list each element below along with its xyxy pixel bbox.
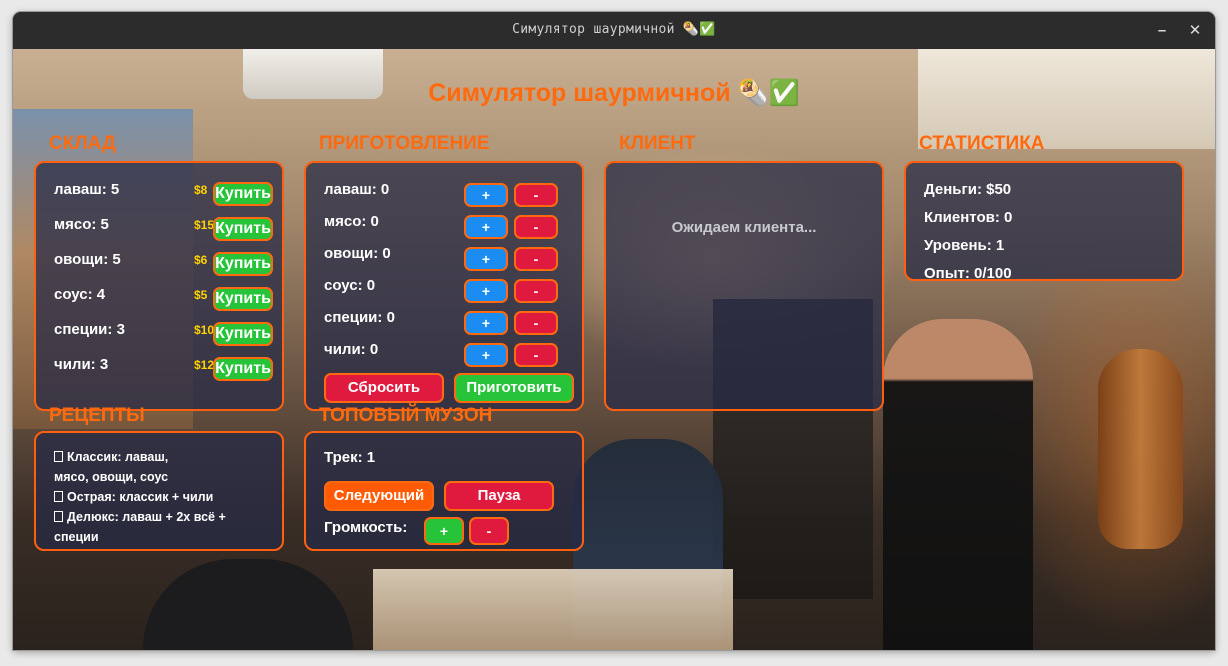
- close-button[interactable]: ✕: [1184, 20, 1206, 42]
- background-shawarma-cook: [883, 319, 1033, 650]
- add-sauce-button[interactable]: +: [464, 279, 508, 303]
- warehouse-title: СКЛАД: [49, 133, 116, 154]
- remove-spices-button[interactable]: -: [514, 311, 558, 335]
- music-track: Трек: 1: [324, 449, 376, 466]
- recipe-classic: Классик: лаваш,: [54, 447, 168, 467]
- warehouse-price-spices: $10: [194, 323, 215, 337]
- recipe-bullet-icon: [54, 491, 63, 502]
- stats-clients: Клиентов: 0: [924, 209, 1013, 226]
- stats-panel: Деньги: $50 Клиентов: 0 Уровень: 1 Опыт:…: [904, 161, 1184, 282]
- cooking-item-lavash: лаваш: 0: [324, 181, 390, 198]
- remove-lavash-button[interactable]: -: [514, 183, 558, 207]
- remove-vegetables-button[interactable]: -: [514, 247, 558, 271]
- cooking-item-meat: мясо: 0: [324, 213, 379, 230]
- client-panel: Ожидаем клиента...: [604, 161, 884, 411]
- stats-title: СТАТИСТИКА: [919, 133, 1045, 154]
- volume-up-button[interactable]: +: [424, 517, 464, 545]
- music-title: ТОПОВЫЙ МУЗОН: [319, 405, 493, 426]
- next-track-button[interactable]: Следующий: [324, 481, 434, 511]
- warehouse-price-lavash: $8: [194, 183, 208, 197]
- warehouse-item-sauce: соус: 4: [54, 286, 106, 303]
- recipes-panel: Классик: лаваш, мясо, овощи, соус Острая…: [34, 431, 284, 551]
- add-vegetables-button[interactable]: +: [464, 247, 508, 271]
- reset-button[interactable]: Сбросить: [324, 373, 444, 403]
- buy-meat-button[interactable]: Купить: [213, 217, 273, 241]
- warehouse-price-meat: $15: [194, 218, 215, 232]
- remove-chili-button[interactable]: -: [514, 343, 558, 367]
- title-bar: Симулятор шаурмичной 🌯✅ – ✕: [13, 12, 1215, 49]
- recipe-spicy-line: Острая: классик + чили: [67, 490, 214, 504]
- recipes-title: РЕЦЕПТЫ: [49, 405, 145, 426]
- warehouse-price-chili: $12: [194, 358, 215, 372]
- stats-level: Уровень: 1: [924, 237, 1005, 254]
- pause-button[interactable]: Пауза: [444, 481, 554, 511]
- recipe-deluxe-line1: Делюкс: лаваш + 2х всё +: [67, 510, 226, 524]
- warehouse-price-vegetables: $6: [194, 253, 208, 267]
- client-status: Ожидаем клиента...: [671, 219, 817, 236]
- client-title: КЛИЕНТ: [619, 133, 696, 154]
- add-lavash-button[interactable]: +: [464, 183, 508, 207]
- warehouse-panel: лаваш: 5 $8 Купить мясо: 5 $15 Купить ов…: [34, 161, 284, 411]
- add-meat-button[interactable]: +: [464, 215, 508, 239]
- window-title: Симулятор шаурмичной 🌯✅: [512, 22, 716, 37]
- game-title: Симулятор шаурмичной 🌯✅: [428, 79, 800, 107]
- add-chili-button[interactable]: +: [464, 343, 508, 367]
- warehouse-item-vegetables: овощи: 5: [54, 251, 121, 268]
- remove-sauce-button[interactable]: -: [514, 279, 558, 303]
- add-spices-button[interactable]: +: [464, 311, 508, 335]
- background-customer: [573, 439, 723, 639]
- remove-meat-button[interactable]: -: [514, 215, 558, 239]
- background-shawarma-spit: [1098, 349, 1183, 549]
- buy-sauce-button[interactable]: Купить: [213, 287, 273, 311]
- warehouse-price-sauce: $5: [194, 288, 208, 302]
- recipe-spicy: Острая: классик + чили: [54, 487, 213, 507]
- cooking-item-chili: чили: 0: [324, 341, 379, 358]
- cooking-title: ПРИГОТОВЛЕНИЕ: [319, 133, 490, 154]
- cooking-panel: лаваш: 0 + - мясо: 0 + - овощи: 0 + - со…: [304, 161, 584, 411]
- cooking-item-spices: специи: 0: [324, 309, 395, 326]
- warehouse-item-spices: специи: 3: [54, 321, 125, 338]
- recipe-bullet-icon: [54, 451, 63, 462]
- buy-chili-button[interactable]: Купить: [213, 357, 273, 381]
- volume-down-button[interactable]: -: [469, 517, 509, 545]
- volume-label: Громкость:: [324, 519, 408, 536]
- cooking-item-sauce: соус: 0: [324, 277, 376, 294]
- buy-spices-button[interactable]: Купить: [213, 322, 273, 346]
- recipe-deluxe-cont: специи: [54, 530, 99, 544]
- warehouse-item-lavash: лаваш: 5: [54, 181, 120, 198]
- warehouse-item-chili: чили: 3: [54, 356, 109, 373]
- buy-vegetables-button[interactable]: Купить: [213, 252, 273, 276]
- recipe-bullet-icon: [54, 511, 63, 522]
- cook-button[interactable]: Приготовить: [454, 373, 574, 403]
- recipe-classic-cont: мясо, овощи, соус: [54, 470, 169, 484]
- cooking-item-vegetables: овощи: 0: [324, 245, 391, 262]
- warehouse-item-meat: мясо: 5: [54, 216, 109, 233]
- game-canvas: Симулятор шаурмичной 🌯✅ СКЛАД лаваш: 5 $…: [13, 49, 1215, 650]
- buy-lavash-button[interactable]: Купить: [213, 182, 273, 206]
- minimize-button[interactable]: –: [1151, 20, 1173, 42]
- music-panel: Трек: 1 Следующий Пауза Громкость: + -: [304, 431, 584, 551]
- recipe-deluxe: Делюкс: лаваш + 2х всё +: [54, 507, 226, 527]
- recipe-classic-line1: Классик: лаваш,: [67, 450, 169, 464]
- app-window: Симулятор шаурмичной 🌯✅ – ✕ Симулятор ша…: [13, 12, 1215, 650]
- stats-money: Деньги: $50: [924, 181, 1012, 198]
- stats-experience: Опыт: 0/100: [924, 265, 1012, 282]
- background-diner: [143, 559, 353, 650]
- background-table: [373, 569, 733, 650]
